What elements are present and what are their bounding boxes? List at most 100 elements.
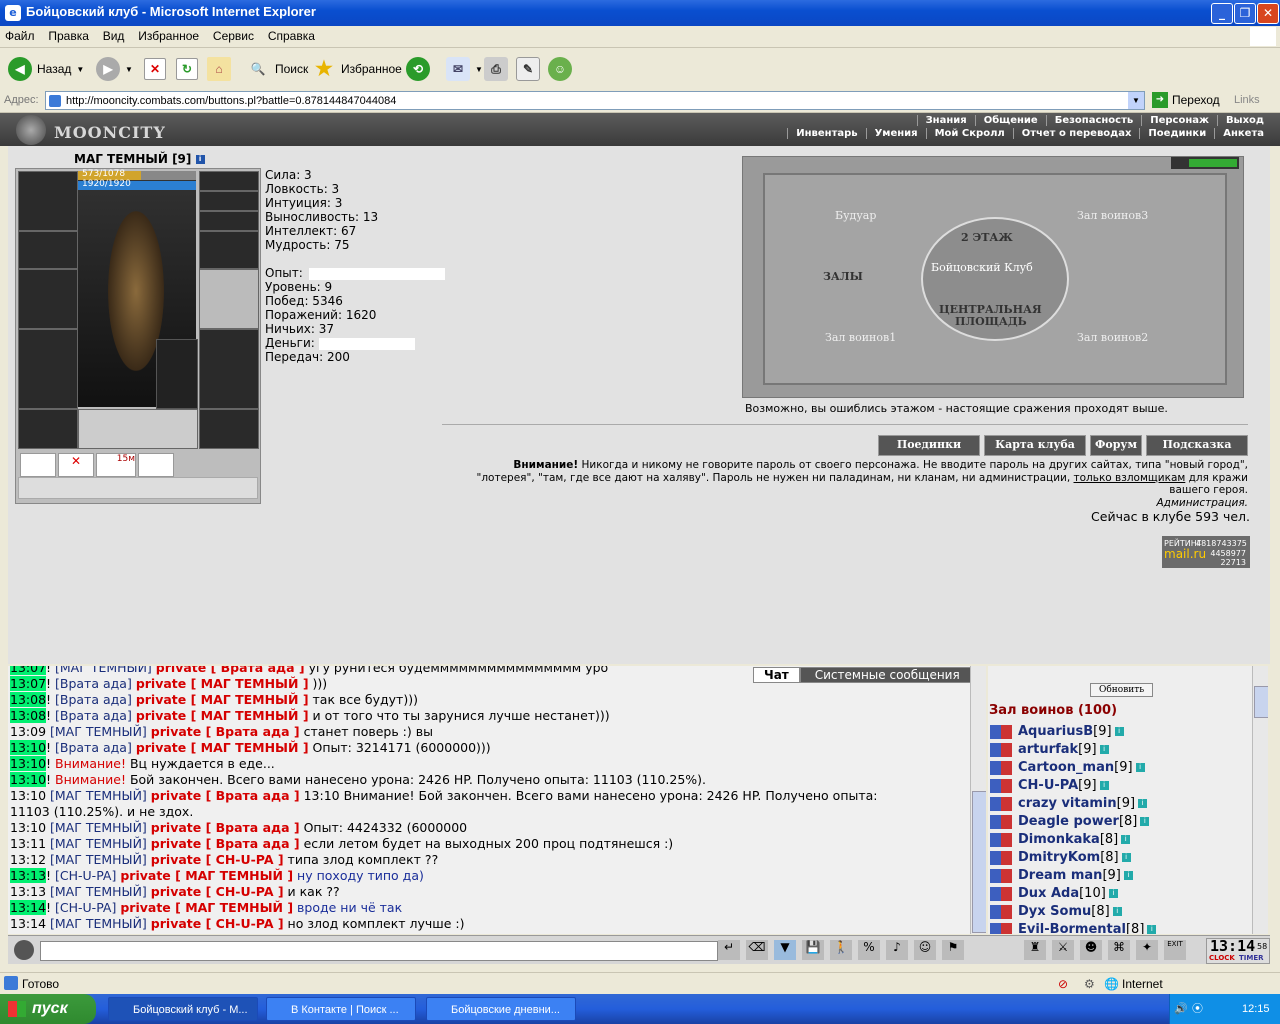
nav-scroll[interactable]: Мой Скролл [925,128,1013,139]
bracers-slot[interactable] [18,231,78,269]
forward-button[interactable]: ▶ ▼ [96,55,133,83]
battles-button[interactable]: Поединки [878,435,980,456]
armor-slot[interactable] [18,329,78,409]
private-message-icon[interactable] [990,850,1012,865]
rating-counter[interactable]: РЕЙТИНГ 4818743375 mail.ru 4458977 22713 [1162,536,1250,568]
users-scrollbar[interactable] [1252,666,1268,934]
user-row[interactable]: CH-U-PA[9] i [990,778,1109,793]
amulet-slot[interactable] [199,171,259,191]
search-button[interactable]: 🔍 Поиск [246,55,309,83]
go-button[interactable]: ➜ Переход [1152,92,1220,108]
chat-private-recipient[interactable]: private [ МАГ ТЕМНЫЙ ] [136,676,309,691]
map-plaza[interactable]: ПЛОЩАДЬ [955,315,1027,328]
back-button[interactable]: ◀ Назад ▼ [8,55,84,83]
chat-sender[interactable]: [CH-U-PA] [55,868,116,883]
messenger-button[interactable]: ☺ [548,55,572,83]
chat-time[interactable]: 13:08 [10,708,47,723]
pet-owl-icon[interactable] [156,339,198,409]
private-message-icon[interactable] [990,814,1012,829]
chat-input[interactable] [40,941,718,961]
volume-icon[interactable]: 🔊 [1174,994,1188,1024]
users-scroll-thumb[interactable] [1254,686,1268,718]
user-name[interactable]: Dimonkaka [1018,832,1100,847]
task-vkontakte[interactable]: В Контакте | Поиск ... [266,997,416,1021]
task-fight-club[interactable]: Бойцовский клуб - M... [108,997,258,1021]
smiley-icon[interactable]: ☺ [914,940,936,960]
user-info-icon[interactable]: i [1123,871,1133,880]
skills-icon[interactable]: ✦ [1136,940,1158,960]
private-message-icon[interactable] [990,778,1012,793]
user-info-icon[interactable]: i [1121,835,1131,844]
menu-view[interactable]: Вид [98,26,130,43]
chat-private-recipient[interactable]: private [ CH-U-PA ] [151,884,284,899]
nav-exit[interactable]: Выход [1216,115,1272,126]
private-message-icon[interactable] [990,904,1012,919]
chat-private-recipient[interactable]: private [ МАГ ТЕМНЫЙ ] [136,740,309,755]
character-icon[interactable]: ☻ [1080,940,1102,960]
boots-slot[interactable] [199,409,259,449]
nav-inventory[interactable]: Инвентарь [787,128,865,139]
menu-edit[interactable]: Правка [43,26,94,43]
map-hall-2[interactable]: Зал воинов2 [1077,331,1148,344]
address-dropdown-icon[interactable]: ▼ [1128,92,1144,109]
user-name[interactable]: crazy vitamin [1018,796,1117,811]
inventory-icon[interactable]: ♜ [1024,940,1046,960]
gloves-slot[interactable] [199,231,259,269]
start-button[interactable]: пуск [0,994,96,1024]
chat-mode-icon[interactable] [14,940,34,960]
mirror-effect-icon[interactable] [138,453,174,477]
user-info-icon[interactable]: i [1138,799,1148,808]
chat-sender[interactable]: [Врата ада] [55,676,132,691]
hackers-link[interactable]: только взломщикам [1074,472,1186,484]
user-info-icon[interactable]: i [1135,763,1145,772]
private-message-icon[interactable] [990,886,1012,901]
favorites-button[interactable]: ★ Избранное [312,55,402,83]
weapon-slot[interactable] [18,269,78,329]
chat-scrollbar[interactable] [970,666,986,934]
mail-button[interactable]: ✉ ▼ [446,55,483,83]
network-icon[interactable]: ⦿ [1192,994,1203,1024]
chat-scroll-thumb[interactable] [972,791,986,933]
chat-time[interactable]: 13:12 [10,852,46,867]
maximize-button[interactable]: ❐ [1234,3,1256,24]
popup-blocked-icon[interactable]: ⊘ [1058,977,1068,991]
translit-icon[interactable]: % [858,940,880,960]
belt-slot[interactable] [18,409,78,449]
nav-communication[interactable]: Общение [974,115,1046,126]
chat-time[interactable]: 13:10 [10,756,47,771]
user-info-icon[interactable]: i [1140,817,1150,826]
user-name[interactable]: arturfak [1018,742,1078,757]
menu-tools[interactable]: Сервис [208,26,259,43]
chat-private-recipient[interactable]: private [ МАГ ТЕМНЫЙ ] [120,900,293,915]
exit-icon[interactable]: EXIT [1164,940,1186,960]
chat-sender[interactable]: [Врата ада] [55,692,132,707]
chat-private-recipient[interactable]: private [ Врата ада ] [156,666,305,675]
user-name[interactable]: AquariusB [1018,724,1093,739]
chat-time[interactable]: 13:10 [10,772,47,787]
chat-sender[interactable]: [Врата ада] [55,740,132,755]
user-info-icon[interactable]: i [1108,889,1118,898]
user-row[interactable]: Dimonkaka[8] i [990,832,1131,847]
map-halls[interactable]: ЗАЛЫ [823,270,863,283]
club-map-button[interactable]: Карта клуба [984,435,1086,456]
private-message-icon[interactable] [990,922,1012,934]
private-message-icon[interactable] [990,724,1012,739]
nav-profile[interactable]: Анкета [1214,128,1272,139]
user-row[interactable]: Evil-Bormental[8] i [990,922,1157,934]
user-info-icon[interactable]: i [1121,853,1131,862]
eraser-icon[interactable]: ⌫ [746,940,768,960]
fighter-icon[interactable]: 🚶 [830,940,852,960]
chat-sender[interactable]: [МАГ ТЕМНЫЙ] [55,666,152,675]
print-button[interactable]: ⎙ [484,55,508,83]
nav-transfers[interactable]: Отчет о переводах [1012,128,1140,139]
chat-time[interactable]: 13:08 [10,692,47,707]
chat-time[interactable]: 13:09 [10,724,46,739]
chat-private-recipient[interactable]: private [ Врата ада ] [151,836,300,851]
private-message-icon[interactable] [990,760,1012,775]
private-message-icon[interactable] [990,796,1012,811]
nav-skills[interactable]: Умения [865,128,926,139]
history-button[interactable]: ⟲ [406,55,430,83]
chat-private-recipient[interactable]: private [ МАГ ТЕМНЫЙ ] [120,868,293,883]
user-row[interactable]: arturfak[9] i [990,742,1109,757]
chat-time[interactable]: 13:10 [10,788,46,803]
